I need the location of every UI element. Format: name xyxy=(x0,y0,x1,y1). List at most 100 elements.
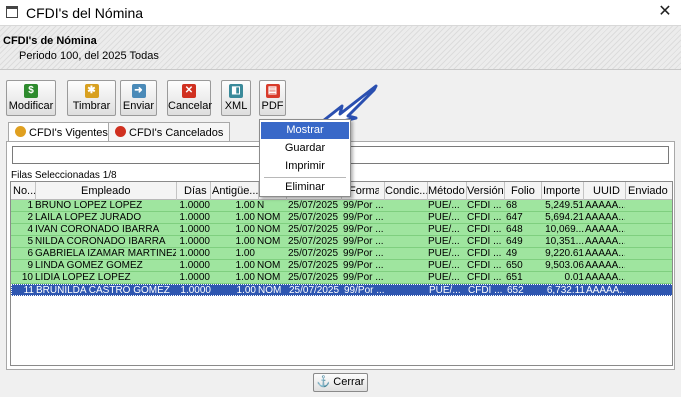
col-header[interactable]: Condic... xyxy=(385,185,427,197)
table-cell: 6 xyxy=(27,248,33,259)
stamp-icon: ✱ xyxy=(84,84,99,98)
col-header[interactable]: Enviado xyxy=(628,185,672,197)
table-cell: 1.00 xyxy=(235,212,255,223)
button-label: PDF xyxy=(261,100,284,112)
table-row[interactable]: 6 GABRIELA IZAMAR MARTINEZ 1.0000 1.00 25/07… xyxy=(11,248,672,260)
tab-label: CFDI's Vigentes xyxy=(29,127,108,139)
col-header[interactable]: Folio xyxy=(511,185,539,197)
table-cell: 99/Por ... xyxy=(343,248,383,259)
table-cell: 1 xyxy=(27,200,33,211)
timbrar-button[interactable]: ✱ Timbrar xyxy=(67,80,116,116)
table-row[interactable]: 2 LAILA LOPEZ JURADO 1.0000 1.00 NOM 25/07/20… xyxy=(11,212,672,224)
pdf-icon: ▤ xyxy=(265,84,280,98)
menu-item-guardar[interactable]: Guardar xyxy=(261,140,349,157)
tab-vigentes[interactable]: CFDI's Vigentes xyxy=(8,122,115,142)
table-cell: 1.0000 xyxy=(179,248,210,259)
close-icon[interactable]: ✕ xyxy=(655,2,675,22)
table-cell: 1.0000 xyxy=(179,236,210,247)
button-label: Enviar xyxy=(122,100,155,112)
table-cell: 11 xyxy=(23,285,34,296)
table-cell: PUE/... xyxy=(428,236,460,247)
table-row[interactable]: 5 NILDA CORONADO IBARRA 1.0000 1.00 NOM 25/07… xyxy=(11,236,672,248)
table-cell: 9 xyxy=(27,260,33,271)
table-cell: AAAAA... xyxy=(586,285,626,296)
col-header[interactable]: Importe xyxy=(543,185,583,197)
dollar-icon: $ xyxy=(24,84,38,98)
table-cell: 652 xyxy=(507,285,524,296)
table-cell: 10 xyxy=(21,272,33,283)
table-cell: 1.0000 xyxy=(179,224,210,235)
table-cell: PUE/... xyxy=(428,224,460,235)
col-header[interactable]: Forma xyxy=(349,185,379,197)
col-header[interactable]: UUID xyxy=(593,185,623,197)
col-header[interactable]: Antigüe... xyxy=(212,185,258,197)
table-cell: PUE/... xyxy=(428,200,460,211)
table-cell: 9,503.06 xyxy=(545,260,584,271)
xml-button[interactable]: ◧ XML xyxy=(221,80,251,116)
table-cell: 1.00 xyxy=(235,236,255,247)
table-cell: 25/07/2025 xyxy=(288,200,339,211)
col-header[interactable]: Empleado xyxy=(81,185,141,197)
table-cell: 1.0000 xyxy=(179,272,210,283)
table-cell: CFDI ... xyxy=(467,236,502,247)
table-cell: 1.00 xyxy=(235,200,255,211)
table-cell: 10,069... xyxy=(545,224,584,235)
table-row[interactable]: 1 BRUNO LOPEZ LOPEZ 1.0000 1.00 N 25/07/2025 9… xyxy=(11,200,672,212)
modificar-button[interactable]: $ Modificar xyxy=(6,80,56,116)
cancelar-button[interactable]: ✕ Cancelar xyxy=(167,80,212,116)
table-row[interactable]: 10 LIDIA LOPEZ LOPEZ 1.0000 1.00 NOM 25/07/20… xyxy=(11,272,672,284)
table-cell: AAAAA... xyxy=(585,260,625,271)
table-cell: 99/Por ... xyxy=(344,285,384,296)
window-icon xyxy=(6,6,18,18)
table-cell: 1.00 xyxy=(235,272,255,283)
table-cell: 1.00 xyxy=(235,248,255,259)
table-row[interactable]: 4 IVAN CORONADO IBARRA 1.0000 1.00 NOM 25/07/… xyxy=(11,224,672,236)
table-cell: N xyxy=(257,200,265,211)
header-subtitle: Periodo 100, del 2025 Todas xyxy=(19,50,159,62)
selected-rows-label: Filas Seleccionadas 1/8 xyxy=(11,170,117,181)
table-cell: 1.0000 xyxy=(179,200,210,211)
table-cell: LINDA GOMEZ GOMEZ xyxy=(35,260,143,271)
table-row[interactable]: 11 BRUNILDA CASTRO GOMEZ 1.0000 1.00 NOM 25/0… xyxy=(11,284,672,296)
anchor-icon: ⚓ xyxy=(316,376,331,388)
pdf-button[interactable]: ▤ PDF xyxy=(259,80,286,116)
col-header[interactable]: Método xyxy=(428,185,466,197)
table-cell: 1.00 xyxy=(235,260,255,271)
table-cell: 6,732.11 xyxy=(546,285,585,296)
col-header[interactable]: Días xyxy=(184,185,210,197)
table-cell: 0.01 xyxy=(564,272,584,283)
table-cell: AAAAA... xyxy=(585,272,625,283)
col-header[interactable]: Versión xyxy=(467,185,503,197)
menu-item-mostrar[interactable]: Mostrar xyxy=(261,122,349,139)
table-cell: 650 xyxy=(506,260,523,271)
table-cell: 99/Por ... xyxy=(343,260,383,271)
table-cell: 4 xyxy=(27,224,33,235)
table-cell: 99/Por ... xyxy=(343,236,383,247)
table-cell: 49 xyxy=(506,248,518,259)
table-cell: 651 xyxy=(506,272,523,283)
table-cell: NOM xyxy=(257,236,281,247)
table-cell: 25/07/2025 xyxy=(288,260,339,271)
menu-item-eliminar[interactable]: Eliminar xyxy=(261,179,349,196)
table-cell: 649 xyxy=(506,236,523,247)
table-cell: 25/07/2025 xyxy=(288,248,339,259)
table-cell: AAAAA... xyxy=(585,212,625,223)
table-cell: CFDI ... xyxy=(467,200,502,211)
table-row[interactable]: 9 LINDA GOMEZ GOMEZ 1.0000 1.00 NOM 25/07/202… xyxy=(11,260,672,272)
table-cell: NOM xyxy=(257,272,281,283)
enviar-button[interactable]: ➜ Enviar xyxy=(120,80,157,116)
menu-separator xyxy=(264,177,346,178)
table-cell: 25/07/2025 xyxy=(288,224,339,235)
tab-cancelados[interactable]: CFDI's Cancelados xyxy=(108,122,231,141)
close-button-label: Cerrar xyxy=(333,376,365,388)
menu-item-imprimir[interactable]: Imprimir xyxy=(261,158,349,175)
table-cell: 25/07/2025 xyxy=(288,272,339,283)
close-button[interactable]: ⚓ Cerrar xyxy=(313,373,368,392)
tab-label: CFDI's Cancelados xyxy=(129,127,224,139)
table-cell: 10,351... xyxy=(545,236,584,247)
table-cell: 5,249.51 xyxy=(545,200,584,211)
table-cell: 2 xyxy=(27,212,33,223)
cfdi-table: No... Empleado Días Antigüe... Forma Con… xyxy=(10,181,673,366)
table-cell: PUE/... xyxy=(428,260,460,271)
col-header[interactable]: No... xyxy=(13,185,35,197)
